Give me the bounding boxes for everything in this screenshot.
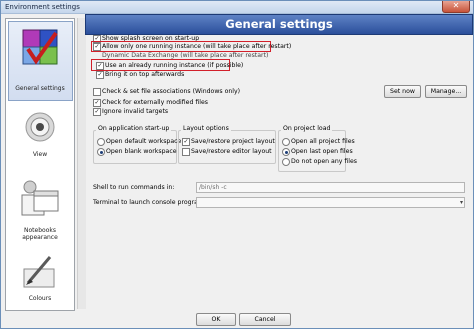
- open-blank-workspace-label: Open blank workspace: [106, 148, 177, 155]
- startup-group: [93, 130, 177, 164]
- open-default-workspace-radio[interactable]: [97, 138, 105, 146]
- sidebar-item-general-settings[interactable]: General settings: [6, 27, 74, 97]
- layout-group: [178, 130, 276, 164]
- use-running-instance-checkbox[interactable]: ✓: [96, 62, 104, 70]
- open-all-project-files-radio[interactable]: [282, 138, 290, 146]
- terminal-combobox[interactable]: ▾: [196, 197, 465, 208]
- page-header: General settings: [85, 14, 473, 35]
- save-editor-layout-checkbox[interactable]: [182, 148, 190, 156]
- eye-icon: [25, 112, 55, 142]
- do-not-open-files-radio[interactable]: [282, 158, 290, 166]
- set-now-button[interactable]: Set now: [384, 85, 421, 98]
- allow-one-instance-label: Allow only one running instance (will ta…: [102, 43, 292, 50]
- settings-checkbox-icon: [22, 29, 58, 65]
- open-last-open-files-radio[interactable]: [282, 148, 290, 156]
- ok-button[interactable]: OK: [196, 313, 236, 326]
- terminal-label: Terminal to launch console programs:: [93, 199, 210, 206]
- bring-on-top-checkbox[interactable]: ✓: [96, 71, 104, 79]
- sidebar-item-label: Notebooks appearance: [22, 227, 58, 241]
- manage-button[interactable]: Manage...: [425, 85, 467, 98]
- save-project-layout-checkbox[interactable]: ✓: [182, 138, 190, 146]
- page-title: General settings: [225, 17, 333, 31]
- environment-settings-window: Environment settings ✕ General settings …: [0, 0, 474, 329]
- title-bar: Environment settings ✕: [1, 1, 473, 14]
- ignore-invalid-targets-label: Ignore invalid targets: [102, 108, 169, 115]
- startup-group-title: On application start-up: [96, 125, 172, 132]
- open-all-project-files-label: Open all project files: [291, 138, 355, 145]
- sidebar-item-label: View: [32, 151, 48, 158]
- window-title: Environment settings: [5, 3, 80, 11]
- shell-input[interactable]: /bin/sh -c: [196, 182, 465, 193]
- chevron-down-icon[interactable]: ▾: [460, 198, 463, 207]
- open-last-open-files-label: Open last open files: [291, 148, 353, 155]
- allow-one-instance-checkbox[interactable]: ✓: [93, 43, 101, 51]
- open-blank-workspace-radio[interactable]: [97, 148, 105, 156]
- save-editor-layout-label: Save/restore editor layout: [191, 148, 272, 155]
- cancel-button[interactable]: Cancel: [239, 313, 291, 326]
- open-default-workspace-label: Open default workspace: [106, 138, 182, 145]
- sidebar-item-label: Colours: [28, 295, 52, 302]
- externally-modified-checkbox[interactable]: ✓: [93, 99, 101, 107]
- use-running-instance-label: Use an already running instance (if poss…: [105, 62, 244, 69]
- sidebar-item-colours[interactable]: Colours: [6, 255, 74, 307]
- close-icon[interactable]: ✕: [442, 1, 470, 13]
- dde-label: Dynamic Data Exchange (will take place a…: [102, 52, 269, 59]
- do-not-open-files-label: Do not open any files: [291, 158, 358, 165]
- ignore-invalid-targets-checkbox[interactable]: ✓: [93, 108, 101, 116]
- sidebar-scrollbar[interactable]: [77, 18, 86, 309]
- bring-on-top-label: Bring it on top afterwards: [105, 71, 185, 78]
- file-associations-label: Check & set file associations (Windows o…: [102, 88, 241, 95]
- shell-label: Shell to run commands in:: [93, 184, 175, 191]
- sidebar-item-notebooks-appearance[interactable]: Notebooks appearance: [6, 179, 74, 245]
- sidebar-item-label: General settings: [15, 85, 65, 92]
- sidebar-item-view[interactable]: View: [6, 111, 74, 169]
- externally-modified-label: Check for externally modified files: [102, 99, 208, 106]
- layout-group-title: Layout options: [181, 125, 231, 132]
- save-project-layout-label: Save/restore project layout: [191, 138, 275, 145]
- project-load-group-title: On project load: [281, 125, 333, 132]
- file-associations-checkbox[interactable]: [93, 88, 101, 96]
- notebook-icon: [21, 180, 59, 216]
- paintbrush-icon: [23, 256, 55, 288]
- sidebar: General settings View Notebooks appearan…: [5, 18, 75, 311]
